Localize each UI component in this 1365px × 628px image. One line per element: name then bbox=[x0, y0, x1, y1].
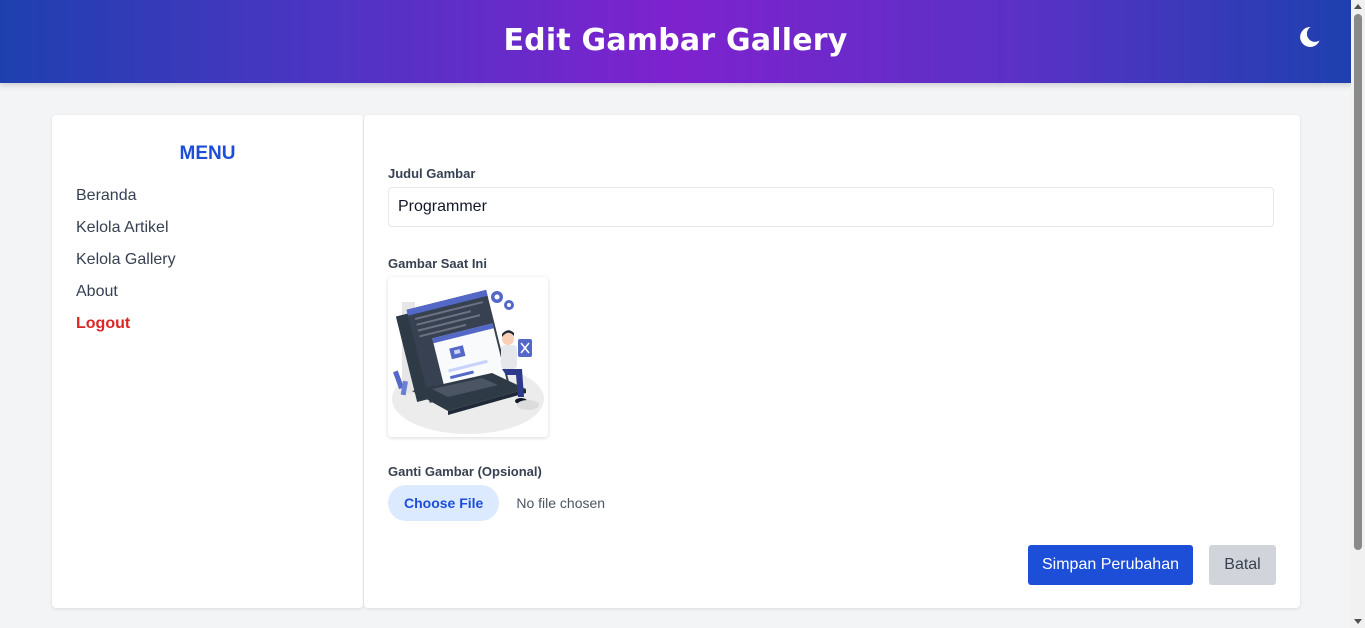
current-image-label: Gambar Saat Ini bbox=[388, 256, 487, 271]
moon-icon[interactable] bbox=[1295, 23, 1323, 51]
sidebar-item-kelola-gallery[interactable]: Kelola Gallery bbox=[76, 249, 176, 281]
scroll-up-icon[interactable] bbox=[1354, 4, 1362, 9]
cancel-button[interactable]: Batal bbox=[1209, 545, 1276, 585]
scrollbar[interactable] bbox=[1351, 0, 1365, 628]
sidebar-item-about[interactable]: About bbox=[76, 281, 176, 313]
current-image bbox=[388, 277, 548, 437]
sidebar-item-beranda[interactable]: Beranda bbox=[76, 185, 176, 217]
page-title: Edit Gambar Gallery bbox=[503, 23, 848, 58]
page-header: Edit Gambar Gallery bbox=[0, 0, 1351, 83]
menu-list: Beranda Kelola Artikel Kelola Gallery Ab… bbox=[76, 185, 176, 345]
sidebar-item-kelola-artikel[interactable]: Kelola Artikel bbox=[76, 217, 176, 249]
file-status-text: No file chosen bbox=[516, 495, 606, 511]
save-changes-button[interactable]: Simpan Perubahan bbox=[1028, 545, 1193, 585]
replace-image-label: Ganti Gambar (Opsional) bbox=[388, 464, 542, 479]
file-input: Choose File No file chosen bbox=[388, 485, 605, 521]
sidebar: MENU Beranda Kelola Artikel Kelola Galle… bbox=[52, 115, 363, 608]
choose-file-button[interactable]: Choose File bbox=[388, 485, 500, 521]
title-field-label: Judul Gambar bbox=[388, 166, 476, 181]
menu-title: MENU bbox=[179, 143, 236, 164]
scrollbar-thumb[interactable] bbox=[1354, 14, 1362, 550]
title-input[interactable] bbox=[388, 187, 1274, 227]
edit-form-panel: Judul Gambar Gambar Saat Ini bbox=[364, 115, 1300, 608]
scroll-down-icon[interactable] bbox=[1354, 619, 1362, 624]
programmer-laptop-illustration-icon bbox=[392, 289, 544, 434]
sidebar-item-logout[interactable]: Logout bbox=[76, 313, 176, 345]
